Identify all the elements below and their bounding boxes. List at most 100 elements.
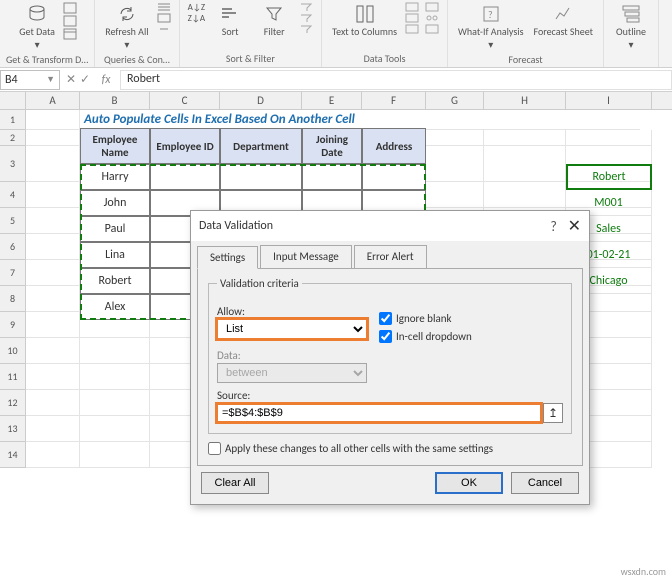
col-header[interactable]: H <box>484 92 566 109</box>
col-header[interactable]: E <box>302 92 362 109</box>
reapply-button[interactable] <box>297 13 315 24</box>
row-header[interactable]: 1 <box>0 110 26 130</box>
relationships-button[interactable] <box>423 13 441 24</box>
from-table-button[interactable] <box>61 28 79 41</box>
cell[interactable] <box>26 130 80 146</box>
cell[interactable] <box>426 146 484 182</box>
cell[interactable] <box>26 260 80 286</box>
sheet-title[interactable]: Auto Populate Cells In Excel Based On An… <box>80 110 640 130</box>
col-header[interactable]: C <box>150 92 220 109</box>
table-header[interactable]: Joining Date <box>302 128 362 164</box>
incell-dropdown-checkbox[interactable]: In-cell dropdown <box>379 330 472 343</box>
row-header[interactable]: 9 <box>0 312 26 338</box>
cell[interactable] <box>26 442 80 468</box>
properties-button[interactable] <box>155 13 173 24</box>
row-header[interactable]: 11 <box>0 364 26 390</box>
flash-fill-button[interactable] <box>403 2 421 13</box>
cell[interactable] <box>26 208 80 234</box>
cell[interactable] <box>80 442 150 468</box>
table-cell[interactable]: Lina <box>80 242 150 268</box>
cell[interactable] <box>80 364 150 390</box>
source-input[interactable] <box>217 404 541 422</box>
allow-select[interactable]: List <box>217 319 367 339</box>
clear-all-button[interactable]: Clear All <box>201 472 269 494</box>
row-header[interactable]: 3 <box>0 146 26 182</box>
cell[interactable] <box>484 182 566 208</box>
tab-input-message[interactable]: Input Message <box>260 245 352 268</box>
cell[interactable] <box>484 146 566 182</box>
col-header[interactable]: D <box>220 92 302 109</box>
close-button[interactable]: ✕ <box>568 217 581 236</box>
table-cell[interactable]: Robert <box>80 268 150 294</box>
result-cell[interactable]: Robert <box>566 164 652 190</box>
remove-dup-button[interactable] <box>403 13 421 24</box>
sort-asc-button[interactable]: A↓Z <box>186 2 208 13</box>
row-header[interactable]: 6 <box>0 234 26 260</box>
from-web-button[interactable] <box>61 15 79 28</box>
cell[interactable] <box>80 338 150 364</box>
table-cell[interactable]: Alex <box>80 294 150 320</box>
clear-filter-button[interactable] <box>297 2 315 13</box>
name-box[interactable]: B4 ▼ <box>0 70 60 90</box>
row-header[interactable]: 8 <box>0 286 26 312</box>
cell[interactable] <box>26 416 80 442</box>
edit-links-button[interactable] <box>155 24 173 35</box>
table-cell[interactable] <box>150 164 220 190</box>
cell[interactable] <box>80 390 150 416</box>
cell[interactable] <box>26 182 80 208</box>
consolidate-button[interactable] <box>423 2 441 13</box>
cell[interactable] <box>80 416 150 442</box>
from-text-button[interactable] <box>61 2 79 15</box>
cell[interactable] <box>26 234 80 260</box>
apply-changes-checkbox[interactable]: Apply these changes to all other cells w… <box>208 442 572 455</box>
dialog-titlebar[interactable]: Data Validation ? ✕ <box>191 211 589 241</box>
cell[interactable] <box>566 130 652 146</box>
col-header[interactable]: A <box>26 92 80 109</box>
apply-changes-input[interactable] <box>208 442 221 455</box>
outline-button[interactable]: Outline ▾ <box>610 2 652 53</box>
tab-error-alert[interactable]: Error Alert <box>354 245 427 268</box>
col-header[interactable]: G <box>426 92 484 109</box>
incell-dropdown-input[interactable] <box>379 330 392 343</box>
sort-button[interactable]: Sort <box>209 2 251 40</box>
row-header[interactable]: 2 <box>0 130 26 146</box>
row-header[interactable]: 10 <box>0 338 26 364</box>
get-data-button[interactable]: Get Data ▾ <box>15 2 59 53</box>
queries-button[interactable] <box>155 2 173 13</box>
table-cell[interactable] <box>302 164 362 190</box>
select-all-corner[interactable] <box>0 92 26 109</box>
ignore-blank-checkbox[interactable]: Ignore blank <box>379 312 472 325</box>
table-header[interactable]: Address <box>362 128 426 164</box>
cell[interactable] <box>26 390 80 416</box>
table-cell[interactable]: Harry <box>80 164 150 190</box>
row-header[interactable]: 12 <box>0 390 26 416</box>
table-cell[interactable]: John <box>80 190 150 216</box>
ok-button[interactable]: OK <box>435 472 503 494</box>
col-header[interactable]: F <box>362 92 426 109</box>
sort-desc-button[interactable]: Z↓A <box>186 13 208 24</box>
table-cell[interactable] <box>362 164 426 190</box>
row-header[interactable]: 13 <box>0 416 26 442</box>
table-cell[interactable]: Paul <box>80 216 150 242</box>
data-validation-button[interactable] <box>403 24 421 35</box>
cell[interactable] <box>26 364 80 390</box>
range-picker-button[interactable]: ↥ <box>543 403 563 423</box>
col-header[interactable]: I <box>566 92 652 109</box>
accept-formula-button[interactable]: ✓ <box>78 72 92 87</box>
what-if-button[interactable]: ? What-If Analysis ▾ <box>454 2 527 53</box>
text-to-columns-button[interactable]: Text to Columns <box>328 2 401 40</box>
cancel-button[interactable]: Cancel <box>511 472 579 494</box>
data-model-button[interactable] <box>423 24 441 35</box>
cell[interactable] <box>484 130 566 146</box>
help-button[interactable]: ? <box>550 218 557 235</box>
ignore-blank-input[interactable] <box>379 312 392 325</box>
row-header[interactable]: 4 <box>0 182 26 208</box>
forecast-sheet-button[interactable]: Forecast Sheet <box>529 2 597 40</box>
cell[interactable] <box>26 286 80 312</box>
cell[interactable] <box>426 182 484 208</box>
table-cell[interactable] <box>220 164 302 190</box>
tab-settings[interactable]: Settings <box>197 246 258 269</box>
col-header[interactable]: B <box>80 92 150 109</box>
table-header[interactable]: Department <box>220 128 302 164</box>
cell[interactable] <box>26 312 80 338</box>
